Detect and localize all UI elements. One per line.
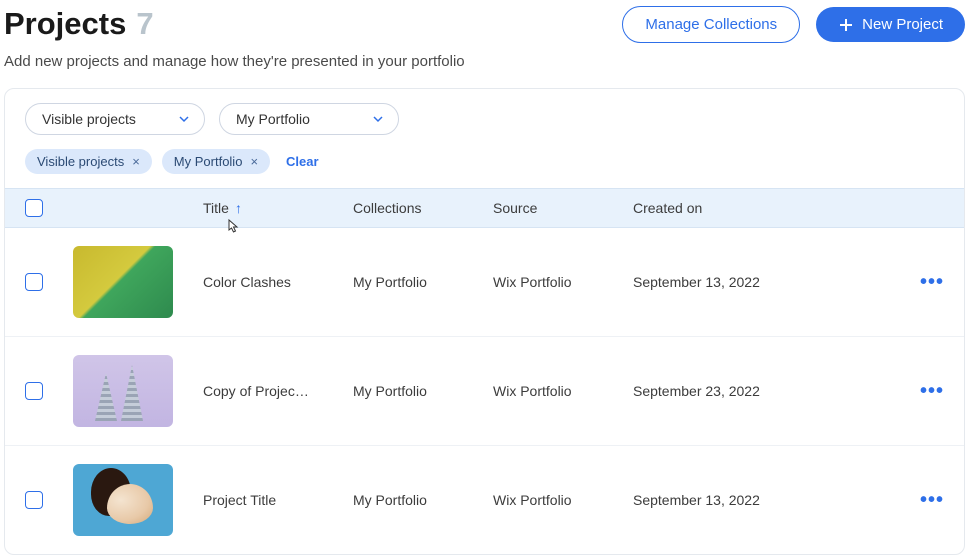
table-header: Title ↑ Collections Source Created on: [5, 188, 964, 228]
project-thumbnail[interactable]: [73, 355, 173, 427]
column-header-created[interactable]: Created on: [633, 200, 894, 216]
page-title: Projects: [4, 6, 126, 42]
project-created: September 13, 2022: [633, 274, 760, 290]
project-title: Project Title: [203, 492, 276, 508]
project-title: Copy of Projec…: [203, 383, 309, 399]
project-count: 7: [136, 6, 153, 42]
column-title-label: Title: [203, 200, 229, 216]
row-checkbox[interactable]: [25, 382, 43, 400]
new-project-button[interactable]: New Project: [816, 7, 965, 42]
column-header-title[interactable]: Title ↑: [203, 200, 353, 216]
project-source: Wix Portfolio: [493, 274, 572, 290]
project-created: September 13, 2022: [633, 492, 760, 508]
project-created: September 23, 2022: [633, 383, 760, 399]
chevron-down-icon: [372, 113, 384, 125]
project-collections: My Portfolio: [353, 492, 427, 508]
close-icon[interactable]: ×: [132, 154, 140, 169]
select-all-checkbox[interactable]: [25, 199, 43, 217]
row-checkbox[interactable]: [25, 273, 43, 291]
project-title: Color Clashes: [203, 274, 291, 290]
plus-icon: [838, 17, 854, 33]
filter-chip-visibility[interactable]: Visible projects ×: [25, 149, 152, 174]
manage-collections-button[interactable]: Manage Collections: [622, 6, 800, 43]
manage-collections-label: Manage Collections: [645, 16, 777, 33]
more-actions-button[interactable]: •••: [920, 271, 944, 293]
projects-panel: Visible projects My Portfolio Visible pr…: [4, 88, 965, 555]
visibility-filter-select[interactable]: Visible projects: [25, 103, 205, 135]
chevron-down-icon: [178, 113, 190, 125]
more-actions-button[interactable]: •••: [920, 489, 944, 511]
project-collections: My Portfolio: [353, 383, 427, 399]
project-source: Wix Portfolio: [493, 492, 572, 508]
close-icon[interactable]: ×: [250, 154, 258, 169]
project-source: Wix Portfolio: [493, 383, 572, 399]
project-thumbnail[interactable]: [73, 246, 173, 318]
row-checkbox[interactable]: [25, 491, 43, 509]
project-thumbnail[interactable]: [73, 464, 173, 536]
collection-filter-value: My Portfolio: [236, 111, 310, 127]
project-collections: My Portfolio: [353, 274, 427, 290]
chip-label: My Portfolio: [174, 154, 243, 169]
column-header-source[interactable]: Source: [493, 200, 633, 216]
table-row: Copy of Projec… My Portfolio Wix Portfol…: [5, 337, 964, 446]
column-header-collections[interactable]: Collections: [353, 200, 493, 216]
clear-filters-link[interactable]: Clear: [286, 154, 319, 169]
page-subtitle: Add new projects and manage how they're …: [0, 43, 969, 88]
more-actions-button[interactable]: •••: [920, 380, 944, 402]
filter-chip-collection[interactable]: My Portfolio ×: [162, 149, 270, 174]
visibility-filter-value: Visible projects: [42, 111, 136, 127]
chip-label: Visible projects: [37, 154, 124, 169]
table-row: Project Title My Portfolio Wix Portfolio…: [5, 446, 964, 554]
table-row: Color Clashes My Portfolio Wix Portfolio…: [5, 228, 964, 337]
sort-ascending-icon: ↑: [235, 200, 242, 216]
collection-filter-select[interactable]: My Portfolio: [219, 103, 399, 135]
new-project-label: New Project: [862, 16, 943, 33]
